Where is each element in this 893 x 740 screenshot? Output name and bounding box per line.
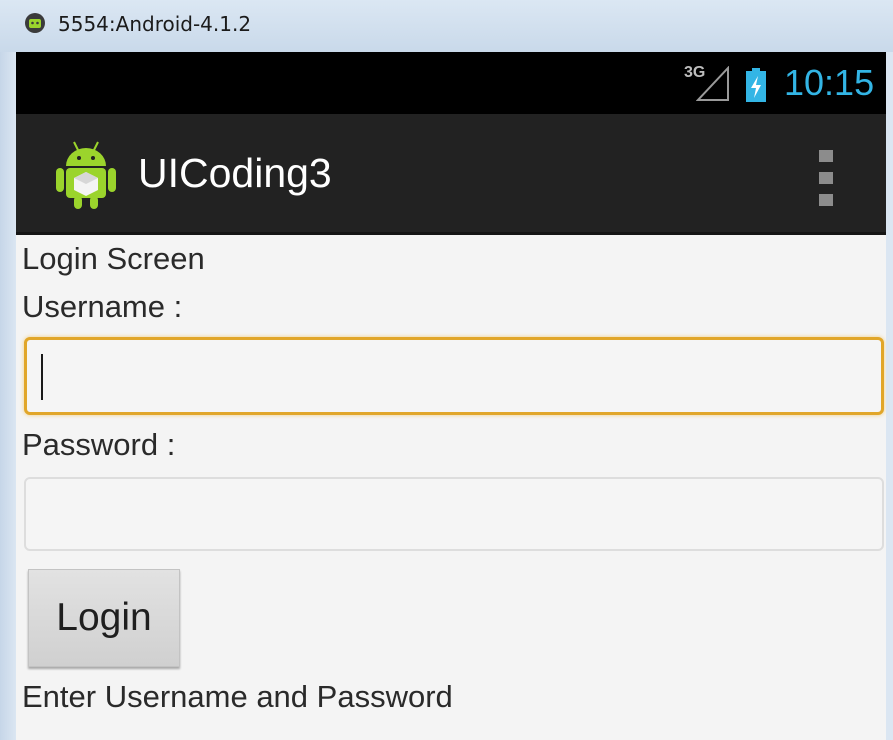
screen-heading: Login Screen	[22, 241, 205, 276]
password-label: Password :	[22, 427, 176, 462]
overflow-menu-icon[interactable]	[819, 150, 835, 206]
window-title: 5554:Android-4.1.2	[58, 12, 252, 36]
android-emulator-icon	[25, 13, 45, 33]
battery-charging-icon	[746, 68, 766, 102]
password-input[interactable]	[24, 477, 884, 551]
device-screen: 3G 10:15 UICoding3 Login Screen Username…	[16, 52, 886, 740]
android-robot-icon[interactable]	[54, 138, 118, 210]
login-form: Login Screen Username : Password : Login…	[16, 233, 886, 740]
signal-icon	[696, 66, 729, 101]
window-right-frame	[886, 52, 893, 740]
text-cursor	[41, 354, 43, 400]
username-label: Username :	[22, 289, 183, 324]
username-input[interactable]	[24, 337, 884, 415]
login-button[interactable]: Login	[28, 569, 180, 667]
status-bar: 3G 10:15	[16, 52, 886, 114]
action-bar: UICoding3	[16, 114, 886, 235]
app-title: UICoding3	[138, 150, 332, 196]
window-left-frame	[0, 52, 16, 740]
status-message: Enter Username and Password	[22, 679, 453, 714]
status-clock: 10:15	[784, 62, 875, 103]
window-titlebar: 5554:Android-4.1.2	[0, 0, 893, 53]
